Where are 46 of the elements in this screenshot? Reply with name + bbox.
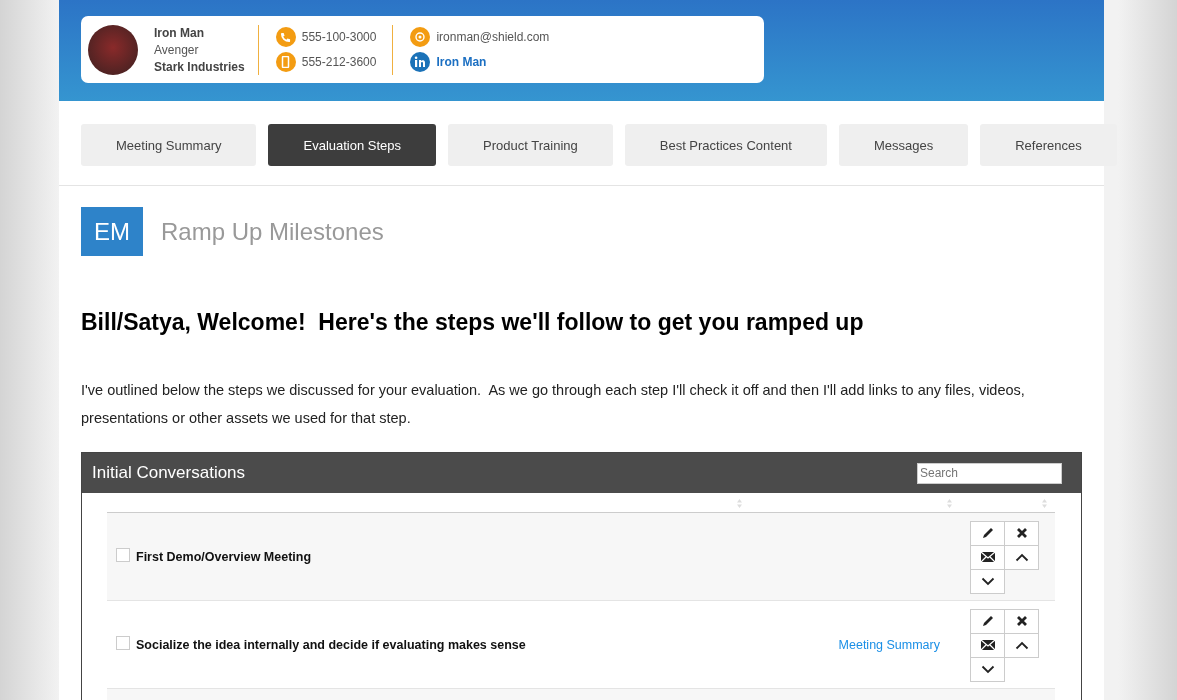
phone-number: 555-100-3000	[301, 30, 377, 44]
close-icon	[1015, 527, 1028, 539]
pencil-icon	[980, 526, 995, 540]
phone-icon	[275, 27, 296, 47]
mobile-number: 555-212-3600	[301, 55, 377, 69]
tab[interactable]: Best Practices Content	[624, 124, 827, 166]
step-link[interactable]: Meeting Summary	[838, 637, 940, 652]
tab[interactable]: Meeting Summary	[81, 124, 257, 166]
tab[interactable]: Product Training	[448, 124, 613, 166]
section-title: Initial Conversations	[92, 463, 246, 483]
avatar-photo-placeholder	[88, 24, 138, 75]
intro-paragraph: I've outlined below the steps we discussed for your evaluation. As we go through each step I'll check it off and then I'll add links to any files, videos, presentations or other assets we used for that step.	[81, 381, 1026, 428]
chevron-down-icon	[980, 576, 995, 586]
move-down-button[interactable]	[970, 568, 1005, 594]
linkedin-link[interactable]: Iron Man	[436, 55, 487, 69]
contact-title: Avenger	[154, 42, 200, 57]
linkedin-icon	[410, 52, 431, 72]
chevron-up-icon	[1014, 552, 1029, 562]
email-icon	[410, 27, 431, 47]
edit-button[interactable]	[970, 608, 1005, 634]
email-address: ironman@shield.com	[436, 30, 550, 44]
envelope-icon	[979, 639, 996, 651]
tab[interactable]: Messages	[838, 124, 969, 166]
move-up-button[interactable]	[1004, 544, 1039, 570]
welcome-heading: Bill/Satya, Welcome! Here's the steps we'll follow to get you ramped up	[81, 309, 865, 336]
contact-company: Stark Industries	[154, 59, 245, 74]
close-icon	[1015, 615, 1028, 627]
mobile-phone-icon	[275, 52, 296, 72]
section-badge: EM	[81, 207, 143, 256]
pencil-icon	[980, 614, 995, 628]
search-field[interactable]: Search	[917, 462, 1062, 484]
step-label: Socialize the idea internally and decide if evaluating makes sense	[136, 637, 527, 652]
delete-button[interactable]	[1004, 520, 1039, 546]
chevron-up-icon	[1014, 640, 1029, 650]
delete-button[interactable]	[1004, 608, 1039, 634]
chevron-down-icon	[980, 664, 995, 674]
edit-button[interactable]	[970, 520, 1005, 546]
tab[interactable]: Evaluation Steps	[268, 124, 437, 166]
move-up-button[interactable]	[1004, 632, 1039, 658]
checkbox[interactable]	[116, 547, 130, 562]
contact-name: Iron Man	[154, 25, 205, 40]
envelope-icon	[979, 551, 996, 563]
step-label: First Demo/Overview Meeting	[136, 549, 313, 564]
move-down-button[interactable]	[970, 656, 1005, 682]
checkbox[interactable]	[116, 635, 130, 650]
page-title: Ramp Up Milestones	[161, 217, 384, 246]
